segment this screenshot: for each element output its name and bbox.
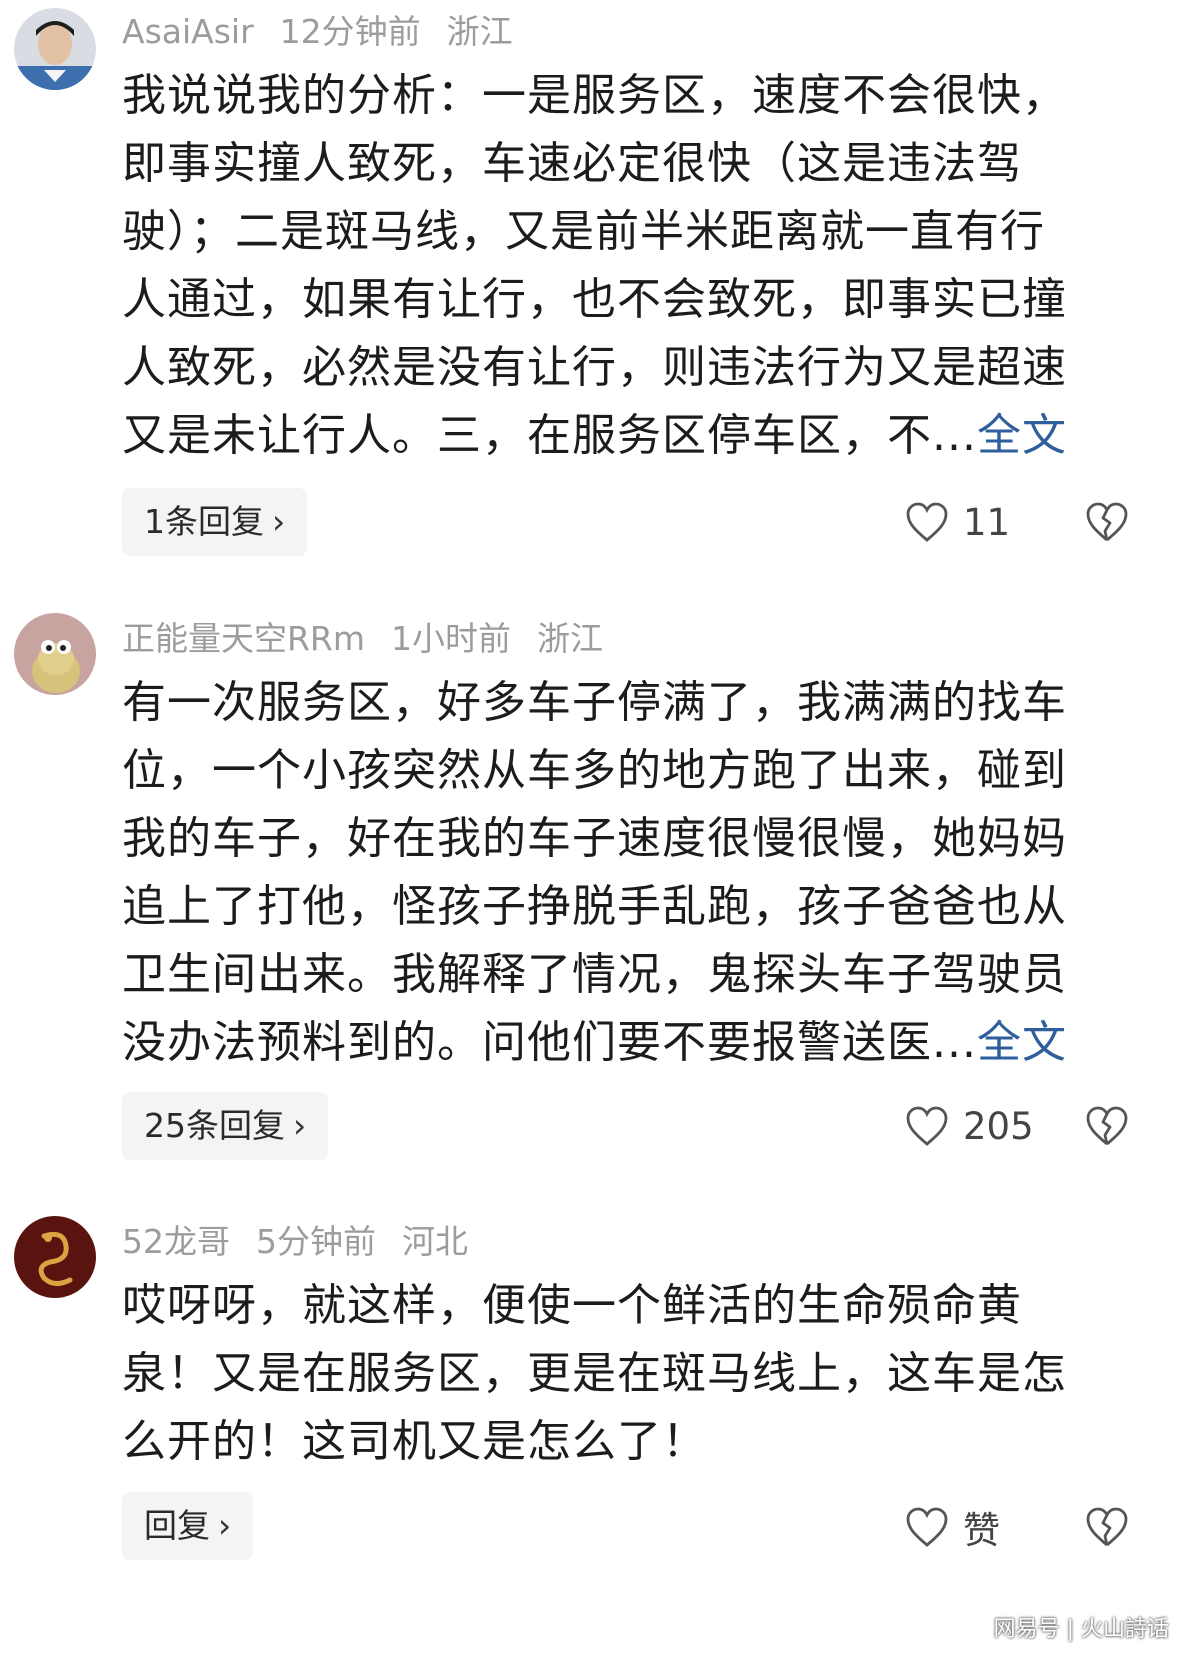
replies-button[interactable]: 25条回复 › bbox=[122, 1092, 329, 1160]
truncated-text: 没办法预料到的。问他们要不要报警送医... bbox=[122, 1017, 977, 1068]
chevron-right-icon: › bbox=[272, 502, 286, 541]
avatar[interactable] bbox=[14, 8, 96, 90]
like-count: 11 bbox=[963, 500, 1011, 544]
chevron-right-icon: › bbox=[218, 1506, 232, 1545]
heart-outline-icon bbox=[906, 1507, 948, 1547]
watermark: 网易号 | 火山詩话 bbox=[993, 1617, 1169, 1642]
text-line: 哎呀呀，就这样，便使一个鲜活的生命殒命黄 bbox=[122, 1280, 1022, 1331]
text-line: 么开的！这司机又是怎么了！ bbox=[122, 1416, 707, 1467]
location: 河北 bbox=[402, 1222, 468, 1261]
like-count: 205 bbox=[963, 1104, 1034, 1148]
username[interactable]: AsaiAsir bbox=[122, 12, 254, 51]
heart-outline-icon bbox=[906, 502, 948, 542]
username[interactable]: 正能量天空RRm bbox=[122, 619, 365, 658]
comment-meta: 正能量天空RRm 1小时前 浙江 bbox=[122, 617, 629, 661]
comment-text: 有一次服务区，好多车子停满了，我满满的找车 位，一个小孩突然从车多的地方跑了出来… bbox=[122, 669, 1132, 1077]
timestamp: 1小时前 bbox=[391, 619, 512, 658]
broken-heart-icon[interactable] bbox=[1085, 1505, 1129, 1549]
text-line: 又是未让行人。三，在服务区停车区，不...全文 bbox=[122, 402, 1132, 470]
like-label: 赞 bbox=[963, 1509, 1000, 1552]
replies-label: 1条回复 bbox=[144, 502, 264, 541]
full-text-link[interactable]: 全文 bbox=[977, 1017, 1067, 1068]
comment-meta: 52龙哥 5分钟前 河北 bbox=[122, 1220, 494, 1264]
username[interactable]: 52龙哥 bbox=[122, 1222, 230, 1261]
truncated-text: 又是未让行人。三，在服务区停车区，不... bbox=[122, 410, 977, 461]
text-line: 卫生间出来。我解释了情况，鬼探头车子驾驶员 bbox=[122, 949, 1067, 1000]
like-button[interactable]: 11 bbox=[905, 497, 1010, 547]
like-button[interactable]: 205 bbox=[905, 1101, 1034, 1151]
text-line: 泉！又是在服务区，更是在斑马线上，这车是怎 bbox=[122, 1348, 1067, 1399]
text-line: 我的车子，好在我的车子速度很慢很慢，她妈妈 bbox=[122, 813, 1067, 864]
heart-outline-icon bbox=[906, 1106, 948, 1146]
text-line: 位，一个小孩突然从车多的地方跑了出来，碰到 bbox=[122, 745, 1067, 796]
broken-heart-icon[interactable] bbox=[1085, 500, 1129, 544]
broken-heart-icon[interactable] bbox=[1085, 1104, 1129, 1148]
text-line: 人通过，如果有让行，也不会致死，即事实已撞 bbox=[122, 274, 1067, 325]
timestamp: 5分钟前 bbox=[256, 1222, 376, 1261]
text-line: 我说说我的分析：一是服务区，速度不会很快， bbox=[122, 70, 1067, 121]
text-line: 即事实撞人致死，车速必定很快（这是违法驾 bbox=[122, 138, 1022, 189]
chevron-right-icon: › bbox=[293, 1106, 307, 1145]
location: 浙江 bbox=[446, 12, 513, 51]
text-line: 有一次服务区，好多车子停满了，我满满的找车 bbox=[122, 677, 1067, 728]
replies-label: 25条回复 bbox=[144, 1106, 285, 1145]
text-line: 人致死，必然是没有让行，则违法行为又是超速 bbox=[122, 342, 1067, 393]
avatar[interactable] bbox=[14, 1216, 96, 1298]
reply-label: 回复 bbox=[144, 1506, 210, 1545]
comment-meta: AsaiAsir 12分钟前 浙江 bbox=[122, 10, 539, 54]
full-text-link[interactable]: 全文 bbox=[977, 410, 1067, 461]
timestamp: 12分钟前 bbox=[279, 12, 421, 51]
replies-button[interactable]: 1条回复 › bbox=[122, 488, 308, 556]
comment-text: 我说说我的分析：一是服务区，速度不会很快， 即事实撞人致死，车速必定很快（这是违… bbox=[122, 62, 1132, 470]
like-button[interactable]: 赞 bbox=[905, 1502, 1000, 1552]
location: 浙江 bbox=[537, 619, 604, 658]
text-line: 驶）；二是斑马线，又是前半米距离就一直有行 bbox=[122, 206, 1045, 257]
reply-button[interactable]: 回复 › bbox=[122, 1492, 254, 1560]
text-line: 追上了打他，怪孩子挣脱手乱跑，孩子爸爸也从 bbox=[122, 881, 1067, 932]
text-line: 没办法预料到的。问他们要不要报警送医...全文 bbox=[122, 1009, 1132, 1077]
avatar[interactable] bbox=[14, 613, 96, 695]
comment-text: 哎呀呀，就这样，便使一个鲜活的生命殒命黄 泉！又是在服务区，更是在斑马线上，这车… bbox=[122, 1272, 1132, 1476]
